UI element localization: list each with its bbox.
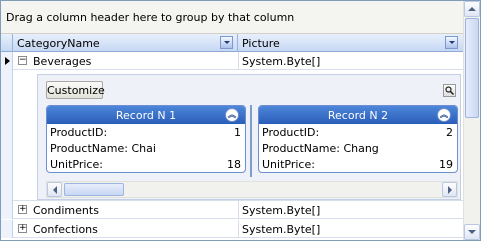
picture-cell[interactable]: System.Byte[] — [242, 55, 320, 68]
table-row[interactable]: + Condiments System.Byte[] — [1, 201, 464, 219]
collapse-card-icon[interactable]: ︽ — [437, 108, 451, 122]
record-card-header[interactable]: Record N 2 ︽ — [259, 106, 457, 124]
scroll-left-icon[interactable] — [47, 182, 62, 197]
filter-dropdown-icon[interactable] — [445, 36, 458, 49]
field-label: ProductID: — [50, 126, 108, 139]
horizontal-scroll-thumb[interactable] — [64, 183, 124, 196]
collapse-card-icon[interactable]: ︽ — [225, 108, 239, 122]
collapse-row-button[interactable]: − — [18, 56, 27, 65]
column-header-picture[interactable]: Picture — [238, 34, 464, 52]
category-cell[interactable]: Beverages — [33, 55, 91, 68]
find-icon[interactable] — [443, 84, 456, 97]
card-view: Customize Record N 1 ︽ ProductID: 1 Produ… — [37, 74, 461, 200]
expand-row-button[interactable]: + — [18, 224, 27, 233]
column-divider — [238, 52, 239, 70]
record-field[interactable]: ProductID: 2 — [259, 124, 457, 140]
field-value: Chang — [343, 142, 379, 155]
detail-view: Customize Record N 1 ︽ ProductID: 1 Produ… — [1, 70, 464, 201]
field-value: 2 — [446, 126, 453, 139]
field-label: UnitPrice: — [50, 158, 103, 171]
table-row[interactable]: − Beverages System.Byte[] — [1, 52, 464, 70]
field-value: 1 — [234, 126, 241, 139]
record-card[interactable]: Record N 1 ︽ ProductID: 1 ProductName: Ch… — [46, 105, 246, 173]
current-row-arrow-icon — [5, 57, 10, 65]
scroll-right-icon[interactable] — [442, 182, 457, 197]
record-field[interactable]: UnitPrice: 19 — [259, 156, 457, 172]
vertical-scrollbar[interactable] — [463, 1, 480, 240]
column-header-row: CategoryName Picture — [1, 34, 464, 52]
expand-row-button[interactable]: + — [18, 205, 27, 214]
row-indicator — [1, 70, 13, 201]
field-label: ProductName: — [262, 142, 340, 155]
picture-cell[interactable]: System.Byte[] — [242, 204, 320, 217]
record-title: Record N 1 — [115, 109, 177, 122]
column-divider — [238, 201, 239, 219]
column-header-label: Picture — [242, 37, 280, 50]
field-label: ProductID: — [262, 126, 320, 139]
customize-button[interactable]: Customize — [46, 81, 105, 99]
field-value: Chai — [131, 142, 156, 155]
record-field[interactable]: ProductName: Chai — [47, 140, 245, 156]
horizontal-scrollbar[interactable] — [46, 181, 458, 198]
group-panel-hint: Drag a column header here to group by th… — [6, 11, 295, 24]
record-field[interactable]: ProductName: Chang — [259, 140, 457, 156]
column-divider — [238, 220, 239, 238]
field-value: 18 — [227, 158, 241, 171]
field-label: UnitPrice: — [262, 158, 315, 171]
table-row[interactable]: + Confections System.Byte[] — [1, 220, 464, 238]
data-grid: Drag a column header here to group by th… — [0, 0, 481, 241]
field-value: 19 — [439, 158, 453, 171]
row-indicator — [1, 220, 13, 238]
row-indicator — [1, 52, 13, 70]
record-title: Record N 2 — [327, 109, 389, 122]
scroll-down-icon[interactable] — [464, 224, 480, 240]
record-field[interactable]: ProductID: 1 — [47, 124, 245, 140]
header-indicator — [1, 34, 13, 52]
card-splitter[interactable] — [250, 105, 252, 177]
column-header-categoryname[interactable]: CategoryName — [13, 34, 238, 52]
record-card-header[interactable]: Record N 1 ︽ — [47, 106, 245, 124]
column-header-label: CategoryName — [17, 37, 100, 50]
category-cell[interactable]: Condiments — [33, 204, 99, 217]
category-cell[interactable]: Confections — [33, 223, 98, 236]
filter-dropdown-icon[interactable] — [220, 36, 233, 49]
record-card[interactable]: Record N 2 ︽ ProductID: 2 ProductName: Ch… — [258, 105, 458, 173]
field-label: ProductName: — [50, 142, 128, 155]
record-field[interactable]: UnitPrice: 18 — [47, 156, 245, 172]
scroll-up-icon[interactable] — [464, 1, 480, 17]
group-by-panel[interactable]: Drag a column header here to group by th… — [1, 1, 464, 34]
row-indicator — [1, 201, 13, 219]
picture-cell[interactable]: System.Byte[] — [242, 223, 320, 236]
vertical-scroll-thumb[interactable] — [465, 18, 479, 118]
